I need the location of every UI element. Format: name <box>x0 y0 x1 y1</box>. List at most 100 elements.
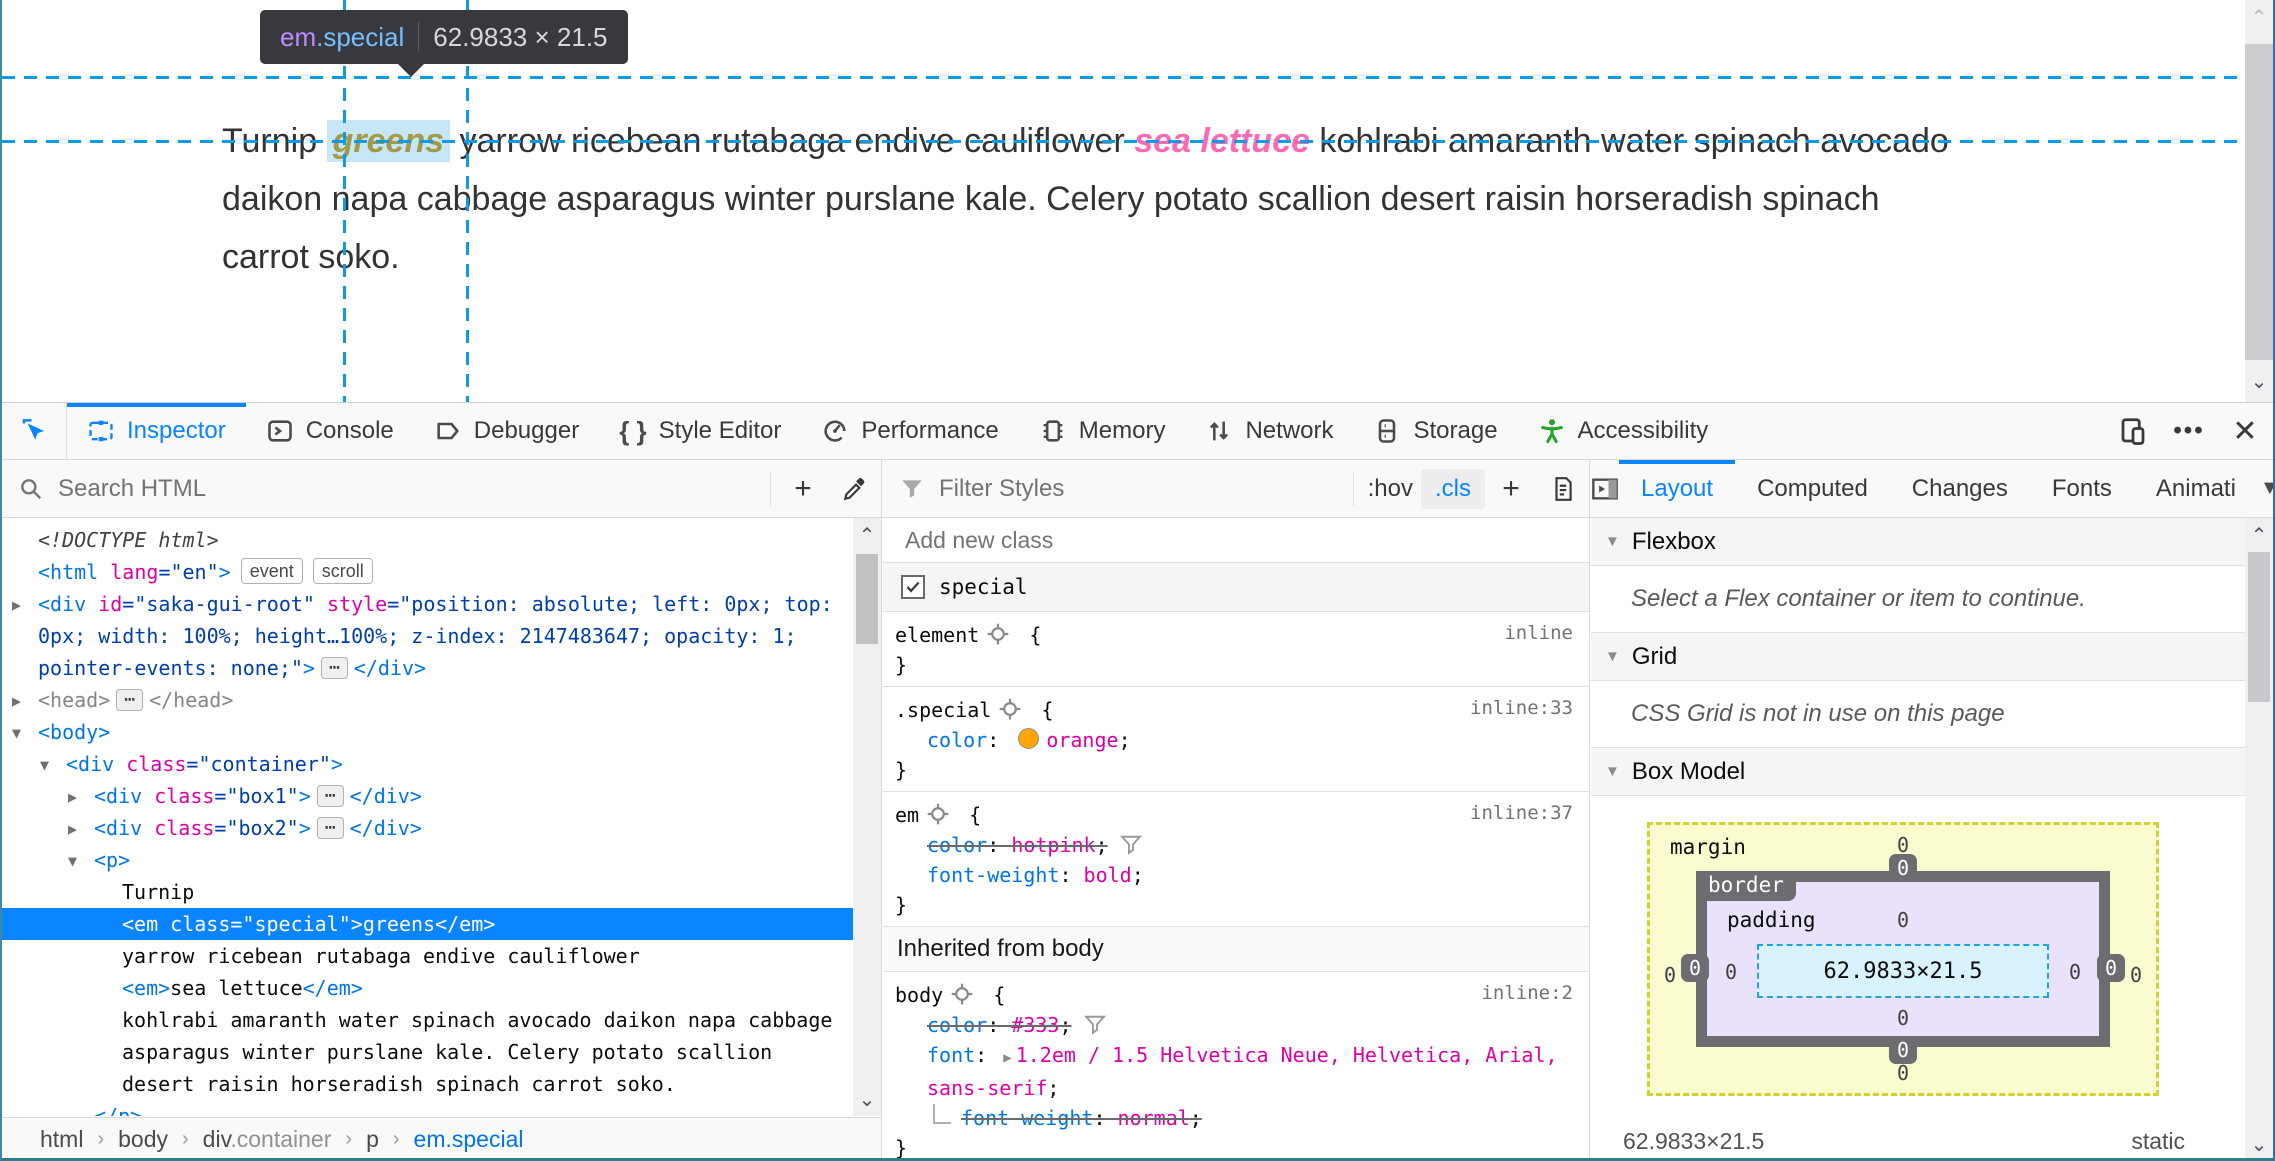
box-model-content[interactable]: 62.9833×21.5 <box>1757 944 2049 998</box>
tab-memory[interactable]: Memory <box>1019 403 1186 459</box>
responsive-design-button[interactable] <box>2105 403 2161 459</box>
rule-source-link[interactable]: inline <box>1504 622 1573 644</box>
twisty-icon[interactable]: ▼ <box>40 749 49 781</box>
breadcrumb-item[interactable]: html <box>40 1126 83 1153</box>
property-value[interactable]: normal <box>1118 1106 1190 1130</box>
box-model-margin[interactable]: margin 0 0 0 0 border 0 0 0 0 padding 0 … <box>1647 822 2159 1096</box>
border-right-value[interactable]: 0 <box>2096 954 2125 982</box>
markup-line[interactable]: ▼ <div class="container"> <box>2 748 853 780</box>
ellipsis-badge[interactable]: ⋯ <box>116 689 144 711</box>
markup-scrollbar-thumb[interactable] <box>856 554 878 644</box>
breadcrumb-item[interactable]: div.container <box>203 1126 332 1153</box>
layout-scrollbar-thumb[interactable] <box>2248 552 2270 702</box>
tab-changes[interactable]: Changes <box>1890 460 2030 517</box>
search-input[interactable]: Search HTML <box>58 475 206 503</box>
overridden-filter-icon[interactable] <box>1083 1014 1106 1036</box>
rule-selector[interactable]: em <box>895 803 919 827</box>
css-declaration[interactable]: color: hotpink; <box>895 830 1589 860</box>
color-swatch[interactable] <box>1018 728 1040 749</box>
scroll-up-icon[interactable]: ⌃ <box>2245 520 2273 550</box>
tab-storage[interactable]: Storage <box>1353 403 1517 459</box>
rule-selector[interactable]: body <box>895 983 943 1007</box>
markup-line[interactable]: yarrow ricebean rutabaga endive cauliflo… <box>2 940 853 972</box>
box-model-border[interactable]: border 0 0 0 0 padding 0 0 0 0 62.9833×2… <box>1681 854 2125 1064</box>
padding-top-value[interactable]: 0 <box>1897 908 1909 932</box>
tab-performance[interactable]: Performance <box>801 403 1018 459</box>
property-name[interactable]: font <box>927 1043 975 1067</box>
scroll-down-icon[interactable]: ⌄ <box>2245 366 2273 396</box>
filter-styles-input[interactable]: Filter Styles <box>939 475 1064 503</box>
tab-fonts[interactable]: Fonts <box>2030 460 2134 517</box>
twisty-icon[interactable]: ▼ <box>12 717 21 749</box>
markup-line[interactable]: ▶ <head> ⋯ </head> <box>2 684 853 716</box>
breadcrumb-item[interactable]: em.special <box>414 1126 524 1153</box>
twisty-icon[interactable]: ▶ <box>12 589 21 621</box>
markup-line[interactable]: <html lang="en"> event scroll <box>2 556 853 588</box>
css-declaration[interactable]: font-weight: normal; <box>895 1103 1589 1133</box>
add-new-class-input[interactable]: Add new class <box>883 518 1589 563</box>
property-name[interactable]: font-weight <box>927 863 1059 887</box>
markup-line[interactable]: ▼ <p> <box>2 844 853 876</box>
create-node-button[interactable]: + <box>777 464 829 514</box>
border-bottom-value[interactable]: 0 <box>1888 1036 1918 1064</box>
highlight-selector-icon[interactable] <box>999 698 1021 720</box>
flexbox-accordion-header[interactable]: ▼ Flexbox <box>1591 518 2273 566</box>
css-declaration[interactable]: font: ▶ 1.2em / 1.5 Helvetica Neue, Helve… <box>895 1040 1589 1103</box>
css-declaration[interactable]: font-weight: bold; <box>895 860 1589 890</box>
pseudo-class-toggle[interactable]: :hov <box>1360 471 1421 507</box>
markup-line[interactable]: kohlrabi amaranth water spinach avocado … <box>2 1004 853 1100</box>
scroll-up-icon[interactable]: ⌃ <box>2245 2 2273 32</box>
tab-accessibility[interactable]: Accessibility <box>1518 403 1729 459</box>
css-declaration[interactable]: color: orange; <box>895 725 1589 755</box>
highlight-selector-icon[interactable] <box>927 803 949 825</box>
markup-line[interactable]: <em>sea lettuce</em> <box>2 972 853 1004</box>
markup-line[interactable]: Turnip <box>2 876 853 908</box>
highlight-selector-icon[interactable] <box>951 983 973 1005</box>
property-name[interactable]: font-weight <box>961 1106 1093 1130</box>
print-media-button[interactable] <box>1537 464 1589 514</box>
markup-line[interactable]: <em class="special">greens</em> <box>2 908 853 940</box>
devtools-close-button[interactable]: ✕ <box>2217 403 2273 459</box>
twisty-icon[interactable]: ▶ <box>68 781 77 813</box>
class-checkbox[interactable] <box>901 575 925 599</box>
tab-computed[interactable]: Computed <box>1735 460 1890 517</box>
breadcrumb-item[interactable]: p <box>366 1126 379 1153</box>
markup-line[interactable]: <!DOCTYPE html> <box>2 524 853 556</box>
margin-left-value[interactable]: 0 <box>1664 963 1676 987</box>
node-badge[interactable]: scroll <box>312 558 373 584</box>
devtools-menu-button[interactable]: ••• <box>2161 403 2217 459</box>
border-left-value[interactable]: 0 <box>1681 954 1710 982</box>
node-badge[interactable]: event <box>240 558 303 584</box>
rule-source-link[interactable]: inline:2 <box>1481 982 1573 1004</box>
markup-scrollbar[interactable]: ⌃ ⌄ <box>853 518 881 1116</box>
markup-line[interactable]: ▶ <div class="box1"> ⋯ </div> <box>2 780 853 812</box>
property-name[interactable]: color <box>927 728 987 752</box>
page-scrollbar[interactable]: ⌃ ⌄ <box>2245 0 2273 402</box>
scroll-down-icon[interactable]: ⌄ <box>853 1084 881 1114</box>
property-value[interactable]: #333 <box>1011 1013 1059 1037</box>
property-value[interactable]: 1.2em / 1.5 Helvetica Neue, Helvetica, A… <box>927 1043 1558 1100</box>
margin-right-value[interactable]: 0 <box>2130 963 2142 987</box>
padding-right-value[interactable]: 0 <box>2069 960 2081 984</box>
eyedropper-button[interactable] <box>829 464 881 514</box>
css-declaration[interactable]: color: #333; <box>895 1010 1589 1040</box>
markup-line[interactable]: ▶ <div class="box2"> ⋯ </div> <box>2 812 853 844</box>
scroll-up-icon[interactable]: ⌃ <box>853 520 881 550</box>
highlight-selector-icon[interactable] <box>987 623 1009 645</box>
property-name[interactable]: color <box>927 833 987 857</box>
rule-source-link[interactable]: inline:33 <box>1470 697 1573 719</box>
rule-selector[interactable]: element <box>895 623 979 647</box>
sidebar-toggle-button[interactable] <box>1591 464 1619 514</box>
markup-line[interactable]: ▶ <div id="saka-gui-root" style="position… <box>2 588 853 684</box>
page-scrollbar-thumb[interactable] <box>2245 44 2273 360</box>
tab-console[interactable]: Console <box>246 403 414 459</box>
ellipsis-badge[interactable]: ⋯ <box>316 817 344 839</box>
overridden-filter-icon[interactable] <box>1119 834 1142 856</box>
ellipsis-badge[interactable]: ⋯ <box>316 785 344 807</box>
border-top-value[interactable]: 0 <box>1888 854 1918 882</box>
padding-left-value[interactable]: 0 <box>1725 960 1737 984</box>
tab-style-editor[interactable]: { } Style Editor <box>599 403 801 459</box>
node-picker-button[interactable] <box>2 403 67 459</box>
markup-line[interactable]: ▼ <body> <box>2 716 853 748</box>
property-value[interactable]: orange <box>1046 728 1118 752</box>
